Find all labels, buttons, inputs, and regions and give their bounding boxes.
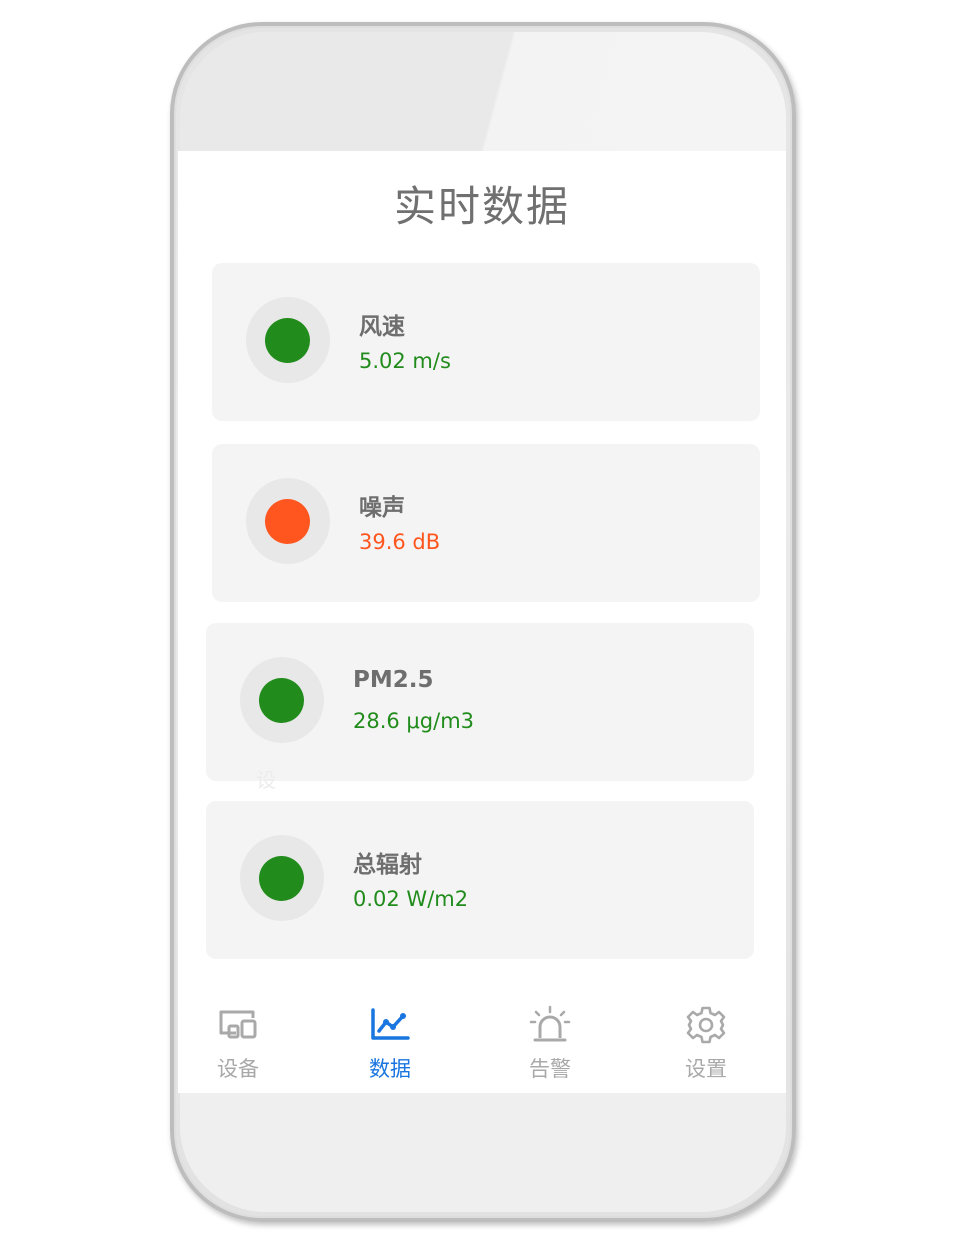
tab-label: 告警 (529, 1057, 571, 1081)
line-chart-icon (371, 1008, 410, 1040)
card-label: 风速 (359, 314, 405, 340)
card-value: 28.6 μg/m3 (353, 709, 475, 733)
status-indicator (246, 478, 330, 564)
data-card-pm25[interactable]: PM2.5 28.6 μg/m3 (206, 623, 754, 781)
card-value: 5.02 m/s (359, 349, 451, 373)
data-card-noise[interactable]: 噪声 39.6 dB (212, 444, 760, 602)
card-label: PM2.5 (353, 667, 434, 693)
devices-icon (219, 1010, 257, 1039)
status-dot (259, 678, 304, 723)
card-value: 39.6 dB (359, 530, 441, 554)
phone-top-bezel (180, 32, 786, 158)
status-indicator (240, 657, 324, 743)
tab-label: 设备 (217, 1057, 259, 1081)
page-title: 实时数据 (393, 182, 570, 231)
status-dot (259, 856, 304, 901)
tab-data[interactable]: 数据 (330, 1001, 450, 1093)
alarm-light-icon (529, 1005, 571, 1042)
data-card-total-radiation[interactable]: 总辐射 0.02 W/m2 (206, 801, 754, 959)
card-label: 噪声 (359, 495, 405, 521)
faded-overlay-text: 设 (256, 768, 276, 792)
tab-devices[interactable]: 设备 (178, 1001, 298, 1093)
tab-label: 数据 (369, 1057, 411, 1081)
card-label: 总辐射 (353, 852, 422, 878)
phone-bottom-bezel (180, 1086, 786, 1212)
status-dot (265, 318, 310, 363)
bottom-tab-bar: 设备 数据 告警 设置 (178, 1001, 786, 1093)
tab-alarms[interactable]: 告警 (490, 1001, 610, 1093)
data-card-wind-speed[interactable]: 风速 5.02 m/s (212, 263, 760, 421)
status-indicator (246, 297, 330, 383)
gear-icon (686, 1006, 726, 1044)
tab-settings[interactable]: 设置 (646, 1001, 766, 1093)
tab-label: 设置 (685, 1057, 727, 1081)
status-indicator (240, 835, 324, 921)
card-value: 0.02 W/m2 (353, 887, 469, 911)
status-dot (265, 499, 310, 544)
app-screen: 实时数据 风速 5.02 m/s 噪声 39.6 dB PM2.5 28.6 μ… (178, 151, 786, 1093)
